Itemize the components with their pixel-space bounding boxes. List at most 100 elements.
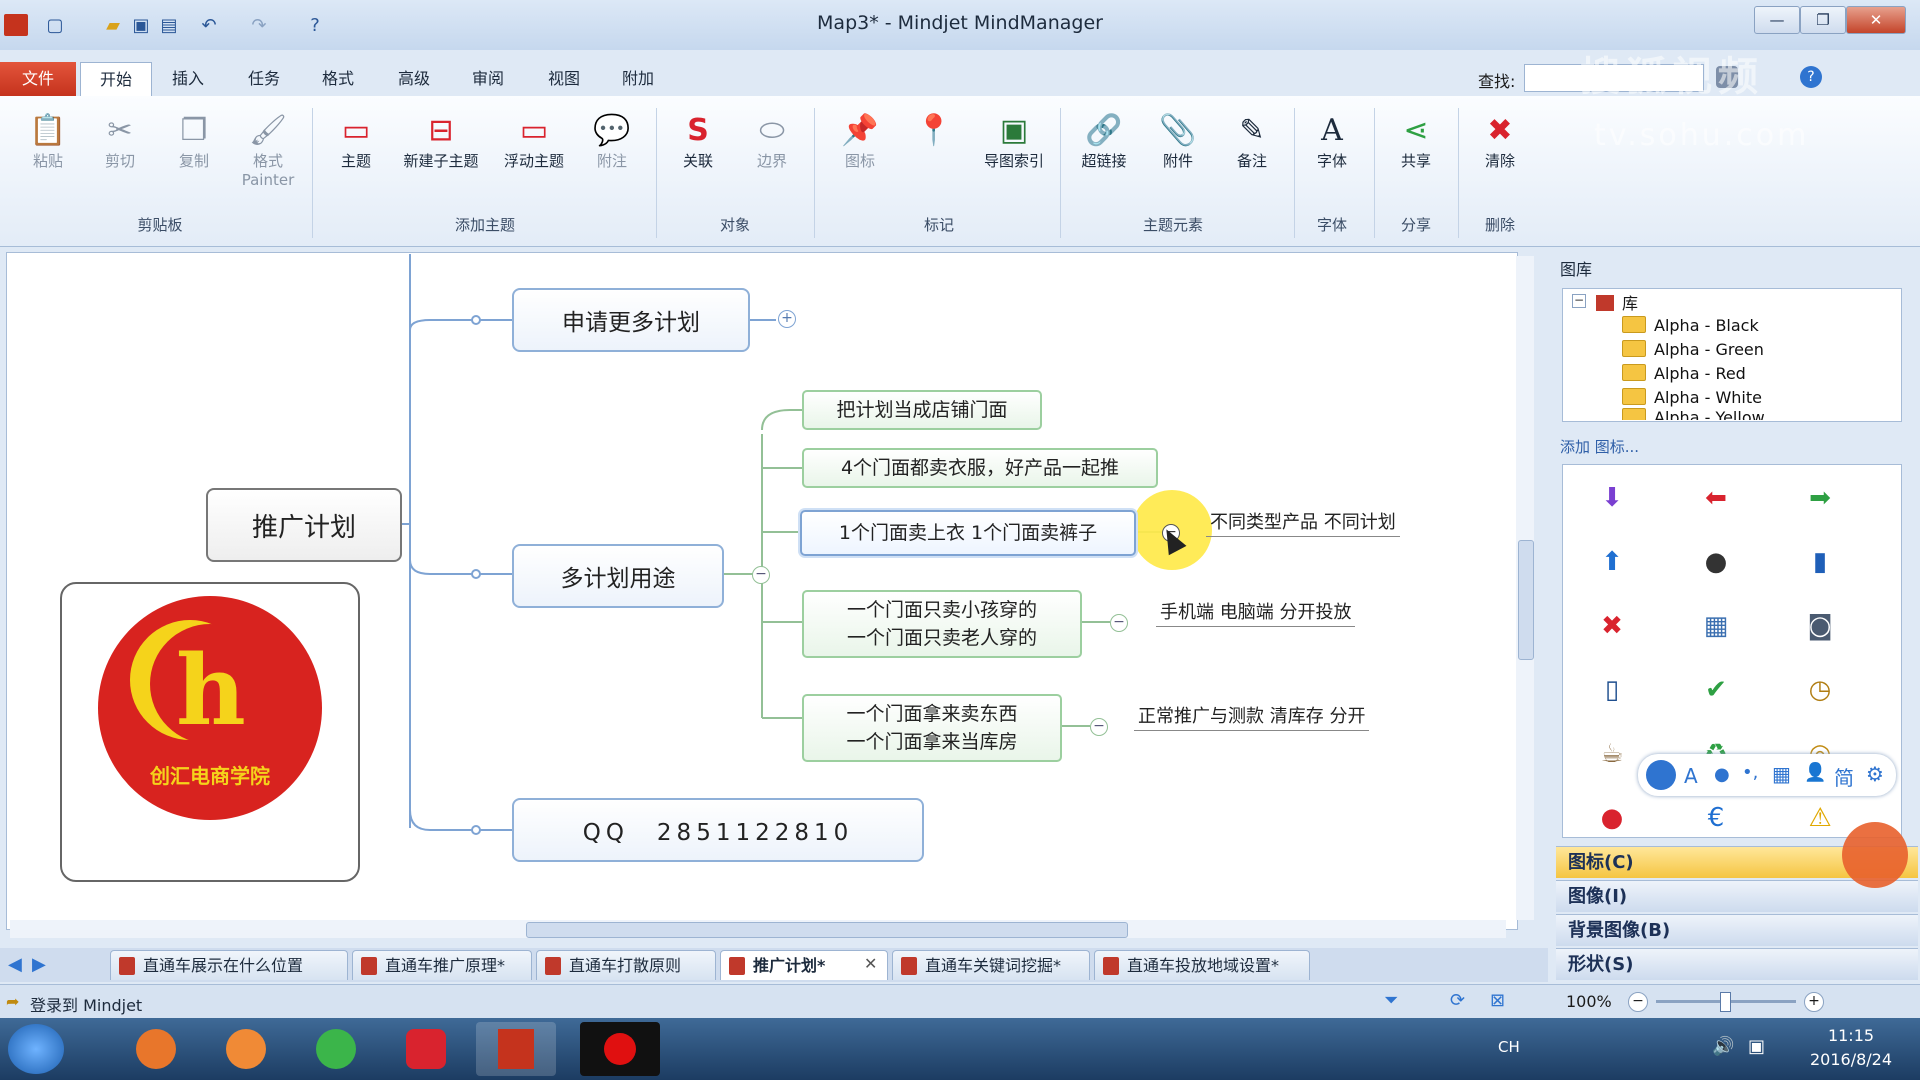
zoom-out-button[interactable]: − xyxy=(1628,992,1648,1012)
taskbar-app-recorder[interactable] xyxy=(580,1022,660,1076)
doc-tab[interactable]: 直通车投放地域设置* xyxy=(1094,950,1310,980)
add-icon-link[interactable]: 添加 图标... xyxy=(1560,436,1639,457)
main-topic-multi-plan-usage[interactable]: 多计划用途 xyxy=(512,544,724,608)
fit-map-icon[interactable]: ⊠ xyxy=(1490,990,1505,1011)
taskbar-app-aliwangwang[interactable] xyxy=(386,1022,466,1076)
clock-date[interactable]: 2016/8/24 xyxy=(1796,1050,1906,1069)
collapse-minus-icon[interactable]: − xyxy=(1090,718,1108,736)
taskbar-app-firefox[interactable] xyxy=(116,1022,196,1076)
input-language[interactable]: CH xyxy=(1498,1038,1520,1056)
note-mobile-desktop[interactable]: 手机端 电脑端 分开投放 xyxy=(1156,598,1356,627)
subtopic-kids-and-elderly[interactable]: 一个门面只卖小孩穿的 一个门面只卖老人穿的 xyxy=(802,590,1082,658)
library-item[interactable]: Alpha - Green xyxy=(1622,340,1764,359)
taskbar-app-360[interactable] xyxy=(296,1022,376,1076)
vertical-scroll-thumb[interactable] xyxy=(1518,540,1534,660)
camera-icon[interactable]: ◙ xyxy=(1800,606,1840,646)
ime-toolbar[interactable] xyxy=(1638,754,1896,796)
doc-tab-active[interactable]: 推广计划* xyxy=(720,950,888,980)
close-tab-icon[interactable]: ✕ xyxy=(864,954,877,973)
arrow-up-blue-icon[interactable]: ⬆ xyxy=(1592,542,1632,582)
pin-red-icon[interactable]: ● xyxy=(1592,798,1632,838)
close-window-button[interactable]: ✕ xyxy=(1846,6,1906,34)
map-document-icon xyxy=(361,957,377,975)
clock-icon[interactable]: ◷ xyxy=(1800,670,1840,710)
subtopic-tops-and-pants[interactable]: 1个门面卖上衣 1个门面卖裤子 xyxy=(800,510,1136,556)
layout-icon[interactable]: ⟳ xyxy=(1450,990,1465,1011)
horizontal-scroll-thumb[interactable] xyxy=(526,922,1128,938)
section-shapes[interactable]: 形状(S) xyxy=(1556,948,1918,980)
ime-settings-icon[interactable]: ⚙ xyxy=(1866,762,1884,786)
logo-text: 创汇电商学院 xyxy=(150,764,270,788)
book-icon[interactable]: ▮ xyxy=(1800,542,1840,582)
library-item[interactable]: Alpha - Black xyxy=(1622,316,1759,335)
subtopic-sell-and-storage[interactable]: 一个门面拿来卖东西 一个门面拿来当库房 xyxy=(802,694,1062,762)
library-panel-title: 图库 xyxy=(1560,260,1593,279)
doc-tab[interactable]: 直通车关键词挖掘* xyxy=(892,950,1090,980)
arrow-down-purple-icon[interactable]: ⬇ xyxy=(1592,478,1632,518)
collapse-minus-icon[interactable]: − xyxy=(1110,614,1128,632)
cross-red-icon[interactable]: ✖ xyxy=(1592,606,1632,646)
central-topic[interactable]: 推广计划 xyxy=(206,488,402,562)
main-topic-qq[interactable]: QQ 2851122810 xyxy=(512,798,924,862)
map-document-icon xyxy=(545,957,561,975)
library-root[interactable]: 库 xyxy=(1596,290,1638,314)
subtopic-four-stores-clothes[interactable]: 4个门面都卖衣服，好产品一起推 xyxy=(802,448,1158,488)
login-icon: ➦ xyxy=(6,992,20,1011)
expand-plus-icon[interactable]: + xyxy=(778,310,796,328)
minimize-button[interactable]: — xyxy=(1754,6,1800,34)
collapse-minus-icon[interactable]: − xyxy=(752,566,770,584)
firefox-icon xyxy=(136,1029,176,1069)
phone-icon[interactable]: ▯ xyxy=(1592,670,1632,710)
section-background-images[interactable]: 背景图像(B) xyxy=(1556,914,1918,946)
start-button[interactable] xyxy=(8,1024,64,1074)
browser-icon xyxy=(226,1029,266,1069)
folder-icon xyxy=(1622,316,1646,333)
tree-collapse-icon[interactable]: − xyxy=(1572,294,1586,308)
tray-volume-icon[interactable]: 🔊 xyxy=(1712,1036,1734,1057)
clock-time[interactable]: 11:15 xyxy=(1796,1026,1906,1045)
cow-icon xyxy=(406,1029,446,1069)
tab-back-icon[interactable]: ◀ xyxy=(8,954,22,975)
zoom-in-button[interactable]: + xyxy=(1804,992,1824,1012)
note-promotion-testing[interactable]: 正常推广与测款 清库存 分开 xyxy=(1134,702,1370,731)
doc-tab[interactable]: 直通车推广原理* xyxy=(352,950,532,980)
watermark-url: tv.sohu.com xyxy=(1594,118,1810,153)
tray-network-icon[interactable]: ▣ xyxy=(1748,1036,1765,1057)
record-icon xyxy=(604,1033,636,1065)
arrow-left-red-icon[interactable]: ⬅ xyxy=(1696,478,1736,518)
euro-icon[interactable]: € xyxy=(1696,798,1736,838)
calendar-icon[interactable]: ▦ xyxy=(1696,606,1736,646)
ime-font-button[interactable]: A xyxy=(1684,764,1698,788)
map-document-icon xyxy=(729,957,745,975)
note-different-products[interactable]: 不同类型产品 不同计划 xyxy=(1206,508,1400,537)
ime-user-icon[interactable]: 👤 xyxy=(1804,762,1826,783)
doc-tab[interactable]: 直通车展示在什么位置 xyxy=(110,950,348,980)
tab-forward-icon[interactable]: ▶ xyxy=(32,954,46,975)
mindmanager-icon xyxy=(498,1029,534,1069)
green-refresh-icon xyxy=(316,1029,356,1069)
login-mindjet-link[interactable]: 登录到 Mindjet xyxy=(30,992,142,1016)
ime-logo-icon[interactable] xyxy=(1646,760,1676,790)
coffee-icon[interactable]: ☕ xyxy=(1592,734,1632,774)
library-item[interactable]: Alpha - Red xyxy=(1622,364,1746,383)
maximize-button[interactable]: ❐ xyxy=(1800,6,1846,34)
filter-icon[interactable]: ⏷ xyxy=(1384,990,1398,1011)
arrow-right-green-icon[interactable]: ➡ xyxy=(1800,478,1840,518)
ime-simplified-button[interactable]: 简 xyxy=(1834,762,1854,791)
subtopic-store-front[interactable]: 把计划当成店铺门面 xyxy=(802,390,1042,430)
taskbar-app-qq-browser[interactable] xyxy=(206,1022,286,1076)
ime-comma-icon[interactable]: •, xyxy=(1742,762,1758,783)
zoom-slider-thumb[interactable] xyxy=(1720,992,1731,1012)
library-item[interactable]: Alpha - White xyxy=(1622,388,1762,407)
doc-tab[interactable]: 直通车打散原则 xyxy=(536,950,716,980)
library-item[interactable]: Alpha - Yellow xyxy=(1622,408,1765,420)
checkmark-green-icon[interactable]: ✔ xyxy=(1696,670,1736,710)
taskbar-app-mindmanager[interactable] xyxy=(476,1022,556,1076)
bomb-icon[interactable]: ● xyxy=(1696,542,1736,582)
help-circle-icon[interactable]: ? xyxy=(1800,66,1822,88)
main-topic-apply-plans[interactable]: 申请更多计划 xyxy=(512,288,750,352)
ime-keyboard-icon[interactable]: ▦ xyxy=(1772,762,1791,786)
zoom-level: 100% xyxy=(1566,992,1612,1011)
warning-icon[interactable]: ⚠ xyxy=(1800,798,1840,838)
ime-punctuation-icon[interactable]: ● xyxy=(1714,764,1730,785)
